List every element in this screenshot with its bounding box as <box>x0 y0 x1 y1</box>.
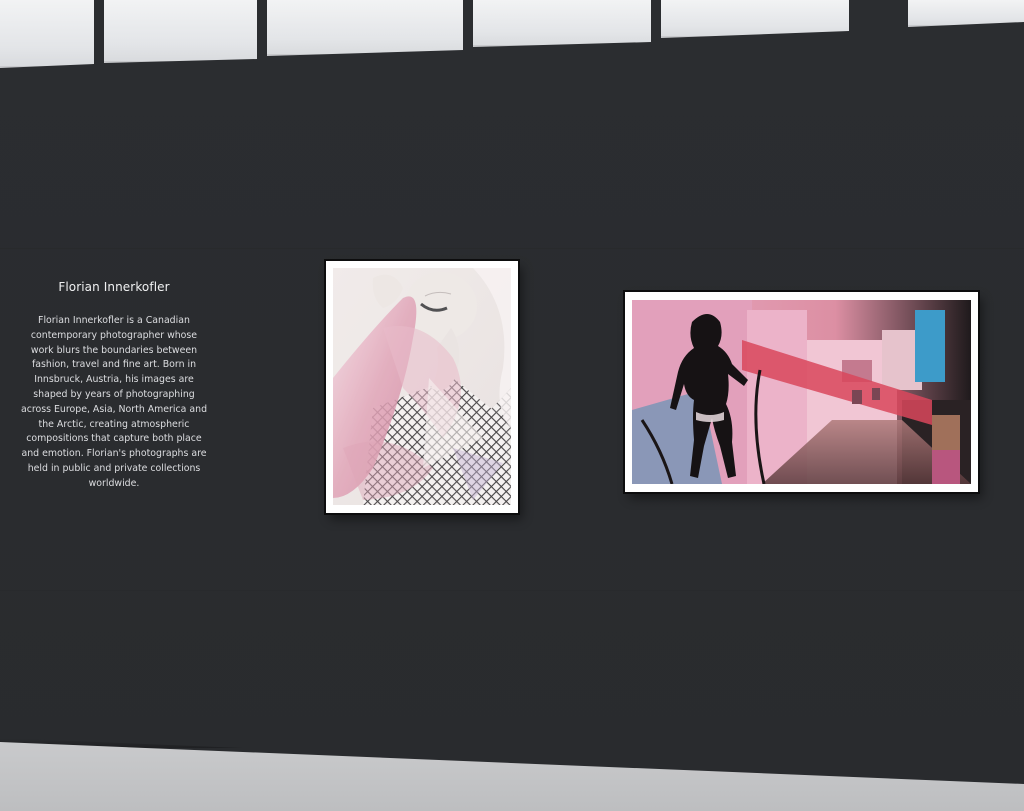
artist-info-panel: Florian Innerkofler Florian Innerkofler … <box>18 280 210 492</box>
silhouette-photo-graphic <box>632 300 971 484</box>
artwork-silhouette-frame[interactable] <box>625 292 978 492</box>
artwork-portrait-image <box>333 268 511 505</box>
bio-line: worldwide. <box>88 477 140 489</box>
wall-seam <box>0 590 1024 591</box>
bio-line: held in public and private collections <box>27 462 201 474</box>
artwork-silhouette-image <box>632 300 971 484</box>
wall-seam <box>0 248 1024 249</box>
bio-line: and emotion. Florian's photographs are <box>21 448 207 460</box>
skylight <box>661 0 849 38</box>
skylight <box>0 0 94 68</box>
bio-line: Innsbruck, Austria, his images are <box>34 374 194 386</box>
gallery-floor <box>0 742 1024 811</box>
artist-name: Florian Innerkofler <box>58 280 170 294</box>
bio-line: shaped by years of photographing <box>33 388 195 400</box>
gallery-scene: Florian Innerkofler Florian Innerkofler … <box>0 0 1024 811</box>
portrait-photo-graphic <box>333 268 511 505</box>
bio-line: Florian Innerkofler is a Canadian <box>38 315 190 326</box>
skylight <box>104 0 257 63</box>
artwork-portrait-frame[interactable] <box>326 261 518 513</box>
ceiling <box>0 0 1024 85</box>
skylight <box>473 0 651 47</box>
artist-bio: Florian Innerkofler is a Canadian contem… <box>18 314 210 492</box>
bio-line: contemporary photographer whose <box>30 329 198 341</box>
bio-line: fashion, travel and fine art. Born in <box>31 359 197 371</box>
bio-line: the Arctic, creating atmospheric <box>38 418 190 430</box>
skylight <box>267 0 463 56</box>
skylight <box>908 0 1024 27</box>
bio-line: compositions that capture both place <box>26 433 202 445</box>
floor-shadow <box>0 738 1024 748</box>
bio-line: across Europe, Asia, North America and <box>20 403 208 415</box>
bio-line: work blurs the boundaries between <box>30 344 198 356</box>
